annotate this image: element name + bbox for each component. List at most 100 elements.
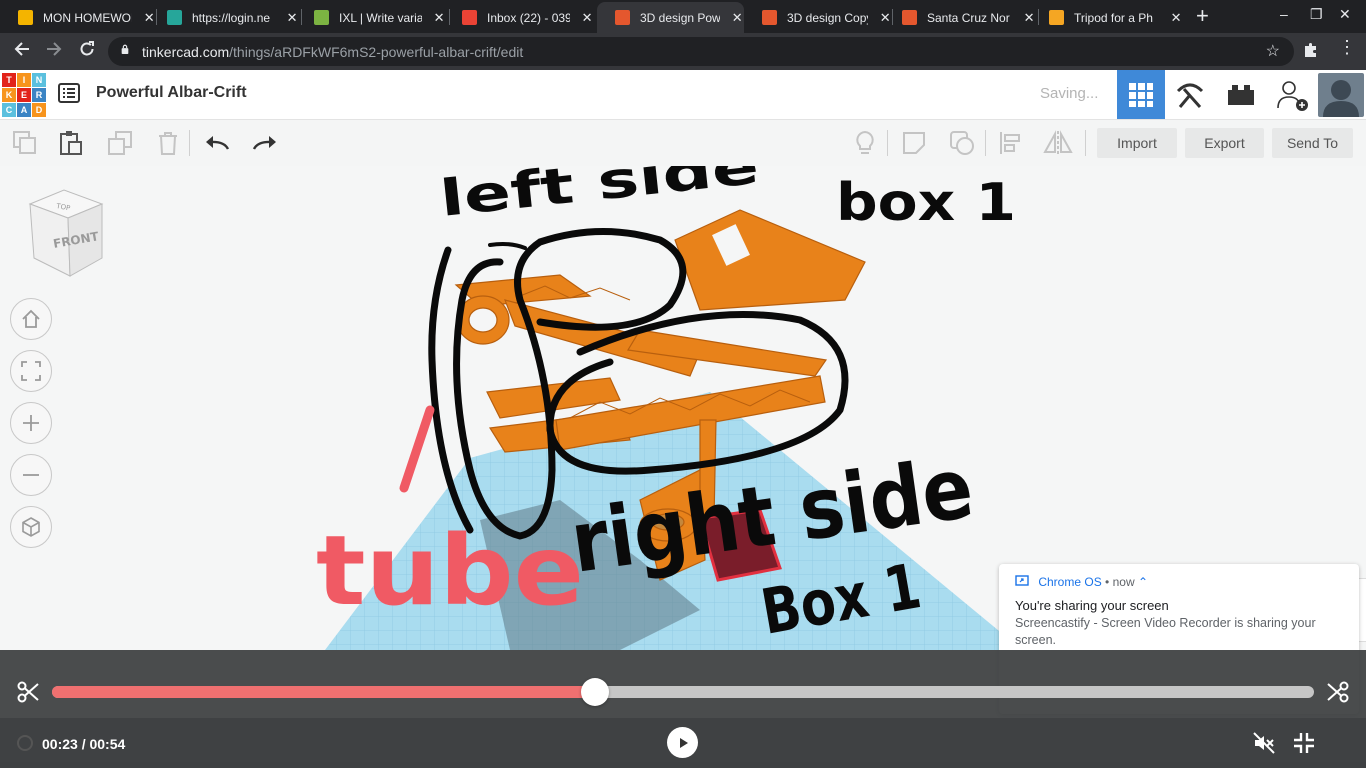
redo-button[interactable] — [250, 128, 280, 158]
trim-start-button[interactable] — [16, 680, 40, 709]
url-domain: tinkercad.com — [142, 44, 230, 60]
group-button[interactable] — [947, 128, 977, 158]
tab-login[interactable]: https://login.ne ✕ — [149, 2, 299, 33]
tinkercad-header: TIN KER CAD Powerful Albar-Crift Saving... — [0, 70, 1366, 120]
codeblocks-button[interactable] — [1166, 70, 1214, 119]
address-bar[interactable]: tinkercad.com/things/aRDFkWF6mS2-powerfu… — [108, 37, 1294, 66]
exit-fullscreen-button[interactable] — [1292, 731, 1316, 760]
trash-icon — [159, 132, 177, 155]
mirror-button[interactable] — [1043, 128, 1073, 158]
tab-3d-design-powerful[interactable]: 3D design Powerful ✕ — [597, 2, 744, 33]
design-title[interactable]: Powerful Albar-Crift — [96, 84, 247, 102]
bookmark-star-icon[interactable]: ☆ — [1266, 41, 1280, 61]
save-status: Saving... — [1040, 85, 1099, 102]
back-button[interactable] — [11, 40, 33, 63]
brick-icon — [1228, 84, 1254, 105]
tab-ixl[interactable]: IXL | Write variable ✕ — [296, 2, 446, 33]
duplicate-button[interactable] — [105, 128, 135, 158]
logo-letter: K — [2, 88, 16, 102]
tab-title: https://login.ne — [192, 10, 271, 25]
bricks-button[interactable] — [1217, 70, 1265, 119]
close-icon[interactable]: ✕ — [1169, 10, 1183, 26]
avatar[interactable] — [1318, 73, 1364, 117]
mirror-icon — [1043, 130, 1073, 155]
new-tab-button[interactable]: + — [1196, 4, 1209, 28]
zoom-out-button[interactable] — [10, 454, 52, 496]
play-button[interactable] — [667, 727, 698, 758]
tab-inbox[interactable]: Inbox (22) - 039 ✕ — [444, 2, 594, 33]
notes-bulb-button[interactable] — [850, 128, 880, 158]
paste-button[interactable] — [56, 128, 86, 158]
notification-separator: • — [1105, 575, 1110, 589]
video-controls: 00:23 / 00:54 — [0, 718, 1366, 768]
note-button[interactable] — [899, 128, 929, 158]
seek-handle[interactable] — [580, 678, 609, 706]
mute-button[interactable] — [1252, 731, 1276, 760]
play-icon — [679, 737, 688, 748]
home-view-button[interactable] — [10, 298, 52, 340]
tab-santa-cruz[interactable]: Santa Cruz Nor ✕ — [884, 2, 1036, 33]
ortho-view-icon — [22, 517, 40, 537]
logo-letter: E — [17, 88, 31, 102]
pickaxe-icon — [1176, 83, 1204, 108]
restore-button[interactable]: ❐ — [1310, 6, 1323, 23]
zoom-in-button[interactable] — [10, 402, 52, 444]
ink-label-tube: tube — [316, 515, 584, 627]
3d-view-button[interactable] — [1117, 70, 1165, 119]
tab-title: 3D design Copy — [787, 10, 869, 25]
tinkercad-favicon — [762, 10, 777, 25]
reload-button[interactable] — [76, 40, 98, 63]
tinkercad-logo[interactable]: TIN KER CAD — [2, 73, 46, 117]
chevron-up-icon[interactable]: ⌃ — [1138, 575, 1148, 589]
fit-all-button[interactable] — [10, 350, 52, 392]
toolbar-divider — [189, 130, 190, 156]
seek-track[interactable] — [52, 678, 1314, 706]
close-window-button[interactable]: ✕ — [1339, 6, 1351, 23]
toolbar-divider — [985, 130, 986, 156]
align-icon — [1000, 132, 1020, 154]
copy-button[interactable] — [10, 128, 40, 158]
browser-tab-strip: MON HOMEWORK ✕ https://login.ne ✕ IXL | … — [0, 0, 1366, 33]
minimize-button[interactable]: – — [1280, 6, 1288, 22]
video-trim-bar — [0, 650, 1366, 718]
trim-end-button[interactable] — [1326, 680, 1350, 709]
tab-3d-design-copy[interactable]: 3D design Copy ✕ — [744, 2, 892, 33]
tab-title: Santa Cruz Nor — [927, 10, 1010, 25]
tab-title: MON HOMEWORK — [43, 10, 132, 25]
logo-letter: N — [32, 73, 46, 87]
forward-arrow-icon — [47, 42, 62, 56]
favicon — [167, 10, 182, 25]
undo-button[interactable] — [202, 128, 232, 158]
zoom-in-icon — [23, 415, 39, 431]
copy-icon — [13, 131, 36, 154]
puzzle-icon — [1305, 43, 1316, 57]
browser-menu-icon[interactable]: ⋮ — [1338, 38, 1356, 56]
view-cube[interactable]: TOP FRONT — [26, 188, 108, 280]
muted-speaker-icon — [1253, 732, 1275, 754]
notification-title: You're sharing your screen — [1015, 598, 1169, 613]
align-button[interactable] — [996, 128, 1026, 158]
tinkercad-favicon — [615, 10, 630, 25]
favicon — [1049, 10, 1064, 25]
tab-title: Inbox (22) - 039 — [487, 10, 571, 25]
ink-label-box-1-top: box 1 — [836, 173, 1016, 233]
tab-title: 3D design Powerful — [640, 10, 721, 25]
close-icon[interactable]: ✕ — [730, 10, 744, 26]
toolbar-divider — [887, 130, 888, 156]
invite-user-button[interactable] — [1268, 70, 1316, 119]
screen-share-icon — [1015, 575, 1029, 586]
close-icon[interactable]: ✕ — [580, 10, 594, 26]
extensions-puzzle-icon[interactable] — [1302, 41, 1320, 64]
delete-button[interactable] — [153, 128, 183, 158]
design-list-icon[interactable] — [58, 83, 80, 103]
ink-annotation-black-thin — [488, 242, 527, 250]
logo-letter: R — [32, 88, 46, 102]
import-button[interactable]: Import — [1097, 128, 1177, 158]
tab-title: IXL | Write variable — [339, 10, 423, 25]
tab-tripod[interactable]: Tripod for a Ph ✕ — [1031, 2, 1183, 33]
tab-mon-homework[interactable]: MON HOMEWORK ✕ — [0, 2, 156, 33]
send-to-button[interactable]: Send To — [1272, 128, 1353, 158]
export-button[interactable]: Export — [1185, 128, 1264, 158]
ortho-view-button[interactable] — [10, 506, 52, 548]
forward-button[interactable] — [43, 40, 65, 63]
